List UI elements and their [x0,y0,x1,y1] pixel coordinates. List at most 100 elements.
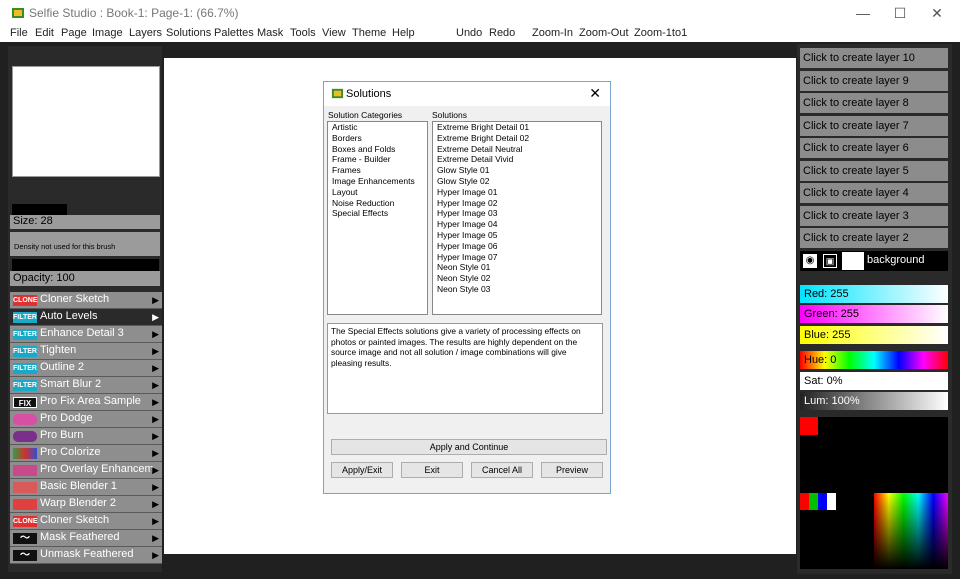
solution-item[interactable]: Hyper Image 03 [433,208,601,219]
layer-thumbnail [842,252,864,270]
warp-icon [13,499,37,510]
solution-item[interactable]: Hyper Image 04 [433,219,601,230]
green-slider[interactable]: Green: 255 [800,305,948,323]
zoom-in-button[interactable]: Zoom-In [532,27,573,39]
solution-item[interactable]: Glow Style 02 [433,176,601,187]
brush-item[interactable]: 〜 Unmask Feathered ▶ [10,547,162,564]
exit-button[interactable]: Exit [401,462,463,478]
background-layer[interactable]: ◉ ▣ background [800,251,948,271]
brush-item[interactable]: FILTER Enhance Detail 3 ▶ [10,326,162,343]
zoom-out-button[interactable]: Zoom-Out [579,27,629,39]
layer-7-button[interactable]: Click to create layer 7 [800,116,948,136]
category-item[interactable]: Frame - Builder [328,154,427,165]
maximize-button[interactable]: ☐ [883,3,917,23]
brush-item[interactable]: 〜 Mask Feathered ▶ [10,530,162,547]
layer-5-button[interactable]: Click to create layer 5 [800,161,948,181]
solution-item[interactable]: Extreme Bright Detail 01 [433,122,601,133]
solution-item[interactable]: Hyper Image 01 [433,187,601,198]
zoom-1to1-button[interactable]: Zoom-1to1 [634,27,687,39]
layer-9-button[interactable]: Click to create layer 9 [800,71,948,91]
blue-slider[interactable]: Blue: 255 [800,326,948,344]
categories-list[interactable]: Artistic Borders Boxes and Folds Frame -… [327,121,428,315]
solution-item[interactable]: Neon Style 02 [433,273,601,284]
lum-slider[interactable]: Lum: 100% [800,392,948,410]
opacity-slider[interactable] [12,259,159,271]
menu-mask[interactable]: Mask [257,27,283,39]
preview-button[interactable]: Preview [541,462,603,478]
solution-item[interactable]: Extreme Bright Detail 02 [433,133,601,144]
brush-item[interactable]: Warp Blender 2 ▶ [10,496,162,513]
solution-item[interactable]: Neon Style 01 [433,262,601,273]
color-field[interactable] [874,493,948,569]
category-item[interactable]: Special Effects [328,208,427,219]
brush-item[interactable]: FILTER Outline 2 ▶ [10,360,162,377]
brush-item[interactable]: Pro Overlay Enhancement▶ [10,462,162,479]
menu-edit[interactable]: Edit [35,27,54,39]
sat-slider[interactable]: Sat: 0% [800,372,948,390]
layer-2-button[interactable]: Click to create layer 2 [800,228,948,248]
solution-item[interactable]: Hyper Image 05 [433,230,601,241]
close-window-button[interactable]: ✕ [920,3,954,23]
category-item[interactable]: Image Enhancements [328,176,427,187]
menu-help[interactable]: Help [392,27,415,39]
brush-item[interactable]: CLONE Cloner Sketch ▶ [10,513,162,530]
rgb-swatches[interactable] [800,493,836,510]
eye-icon[interactable]: ◉ [803,254,817,268]
category-item[interactable]: Frames [328,165,427,176]
menu-theme[interactable]: Theme [352,27,386,39]
menu-view[interactable]: View [322,27,346,39]
menu-solutions[interactable]: Solutions [166,27,211,39]
category-item[interactable]: Artistic [328,122,427,133]
red-slider[interactable]: Red: 255 [800,285,948,303]
layer-8-button[interactable]: Click to create layer 8 [800,93,948,113]
layer-4-button[interactable]: Click to create layer 4 [800,183,948,203]
category-item[interactable]: Borders [328,133,427,144]
solution-item[interactable]: Hyper Image 02 [433,198,601,209]
apply-exit-button[interactable]: Apply/Exit [331,462,393,478]
menu-layers[interactable]: Layers [129,27,162,39]
overlay-icon [13,465,37,476]
brush-label: Outline 2 [40,361,85,373]
menu-image[interactable]: Image [92,27,123,39]
category-item[interactable]: Boxes and Folds [328,144,427,155]
undo-button[interactable]: Undo [456,27,482,39]
menu-page[interactable]: Page [61,27,87,39]
brush-item[interactable]: FILTER Smart Blur 2 ▶ [10,377,162,394]
brush-item[interactable]: Pro Burn ▶ [10,428,162,445]
hue-slider[interactable]: Hue: 0 [800,351,948,369]
brush-item-selected[interactable]: FILTER Auto Levels ▶ [10,309,162,326]
dialog-close-icon[interactable]: ✕ [589,85,601,102]
solution-item[interactable]: Neon Style 03 [433,284,601,295]
solutions-list[interactable]: Extreme Bright Detail 01 Extreme Bright … [432,121,602,315]
category-item[interactable]: Layout [328,187,427,198]
layer-10-button[interactable]: Click to create layer 10 [800,48,948,68]
brush-item[interactable]: CLONE Cloner Sketch ▶ [10,292,162,309]
menu-file[interactable]: File [10,27,28,39]
brush-item[interactable]: Pro Dodge ▶ [10,411,162,428]
brush-item[interactable]: FIX Pro Fix Area Sample ▶ [10,394,162,411]
menu-palettes[interactable]: Palettes [214,27,254,39]
redo-button[interactable]: Redo [489,27,515,39]
solution-item[interactable]: Glow Style 01 [433,165,601,176]
brush-item[interactable]: Pro Colorize ▶ [10,445,162,462]
size-slider[interactable] [12,204,67,215]
layer-6-button[interactable]: Click to create layer 6 [800,138,948,158]
solution-item[interactable]: Hyper Image 07 [433,252,601,263]
filter-icon: FILTER [13,312,37,323]
color-picker[interactable] [800,417,948,569]
submenu-arrow-icon: ▶ [152,482,159,492]
brush-label: Warp Blender 2 [40,497,117,509]
lock-icon[interactable]: ▣ [823,254,837,268]
apply-continue-button[interactable]: Apply and Continue [331,439,607,455]
filter-icon: FILTER [13,380,37,391]
solution-item[interactable]: Extreme Detail Neutral [433,144,601,155]
solution-item[interactable]: Hyper Image 06 [433,241,601,252]
menu-tools[interactable]: Tools [290,27,316,39]
layer-3-button[interactable]: Click to create layer 3 [800,206,948,226]
category-item[interactable]: Noise Reduction [328,198,427,209]
brush-item[interactable]: FILTER Tighten ▶ [10,343,162,360]
minimize-button[interactable]: — [846,3,880,23]
cancel-all-button[interactable]: Cancel All [471,462,533,478]
solution-item[interactable]: Extreme Detail Vivid [433,154,601,165]
brush-item[interactable]: Basic Blender 1 ▶ [10,479,162,496]
